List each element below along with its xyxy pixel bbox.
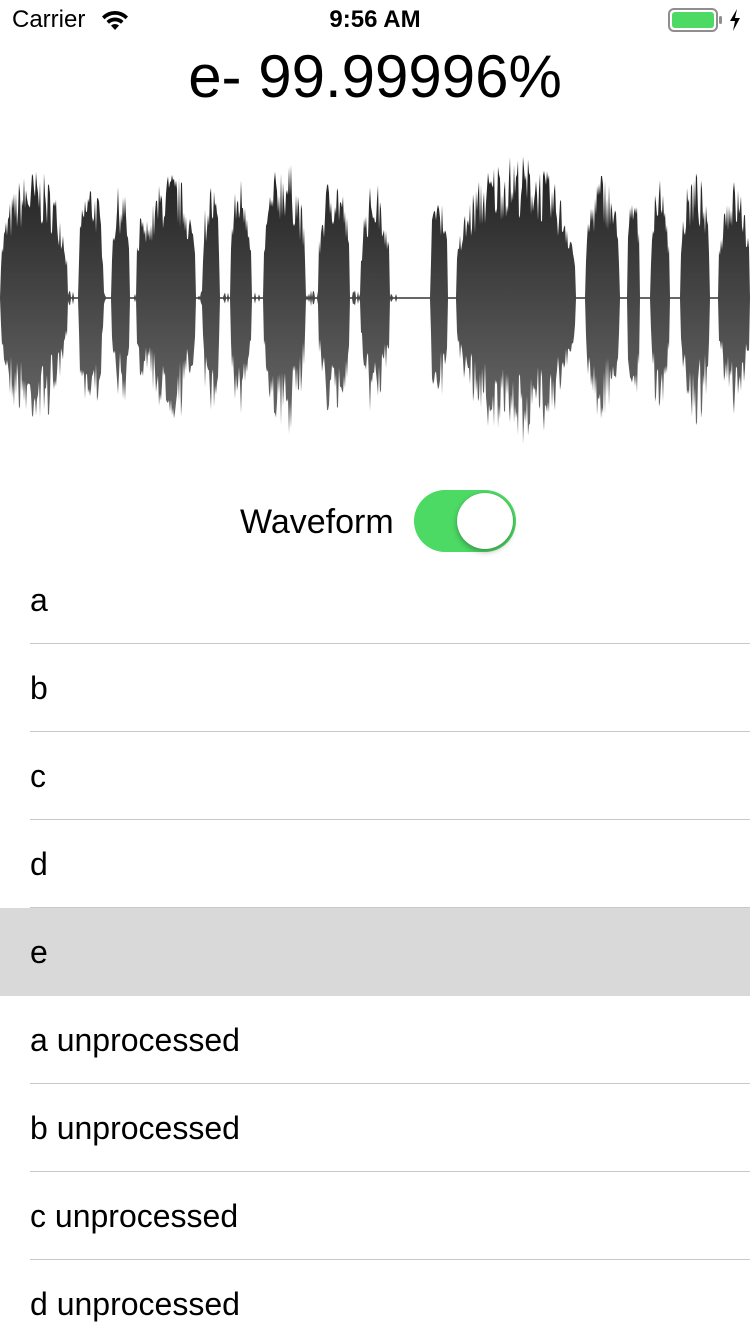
list-item-d-unprocessed[interactable]: d unprocessed (0, 1260, 750, 1334)
list-item-a-unprocessed[interactable]: a unprocessed (0, 996, 750, 1084)
list-item-label: c unprocessed (30, 1198, 239, 1234)
list-item-label: b (30, 670, 48, 706)
waveform-shape (0, 156, 750, 444)
clock: 9:56 AM (329, 6, 421, 33)
list-item-label: d (30, 846, 48, 882)
waveform-toggle-row: Waveform (0, 488, 750, 554)
waveform-toggle-switch[interactable] (414, 490, 516, 552)
list-item-label: a (30, 582, 48, 618)
list-item-label: e (30, 934, 48, 970)
battery-icon (668, 8, 722, 32)
model-list: a b c d e a unprocessed b unprocessed c … (0, 556, 750, 1334)
list-item-c[interactable]: c (0, 732, 750, 820)
list-item-label: c (30, 758, 46, 794)
toggle-knob[interactable] (457, 493, 513, 549)
prediction-title: e- 99.99996% (188, 43, 562, 110)
list-item-label: b unprocessed (30, 1110, 240, 1146)
app-screen: Carrier 9:56 AM e- 99.99996% Waveform a … (0, 0, 750, 1334)
list-item-b-unprocessed[interactable]: b unprocessed (0, 1084, 750, 1172)
status-bar: Carrier 9:56 AM (0, 0, 750, 40)
audio-waveform (0, 156, 750, 444)
list-item-e[interactable]: e (0, 908, 750, 996)
charging-bolt-icon (730, 9, 740, 31)
list-item-d[interactable]: d (0, 820, 750, 908)
list-item-b[interactable]: b (0, 644, 750, 732)
waveform-toggle-label: Waveform (240, 503, 394, 541)
list-item-a[interactable]: a (0, 556, 750, 644)
list-item-c-unprocessed[interactable]: c unprocessed (0, 1172, 750, 1260)
list-item-label: a unprocessed (30, 1022, 240, 1058)
list-item-label: d unprocessed (30, 1286, 240, 1322)
